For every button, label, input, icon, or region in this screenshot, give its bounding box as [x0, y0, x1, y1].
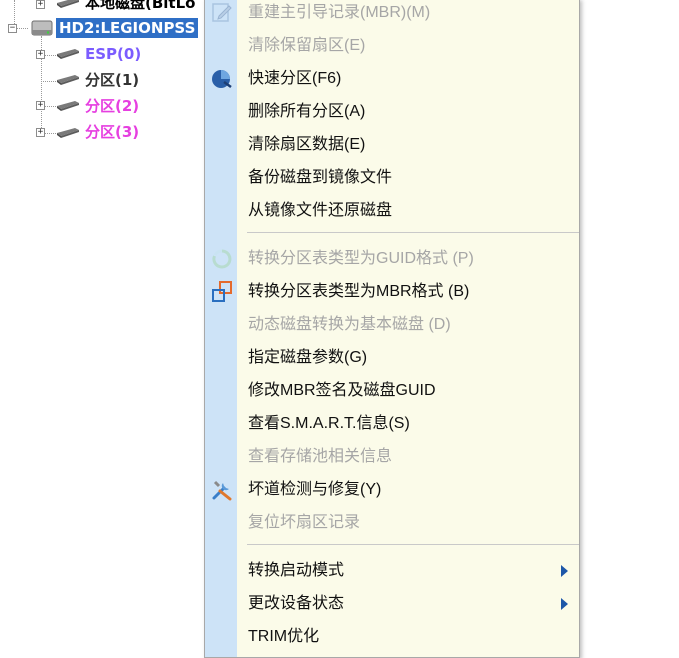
edit-icon: [212, 3, 232, 22]
tree-item-hd2[interactable]: HD2:LEGIONPSS: [56, 18, 199, 38]
menu-item-rebuild-mbr[interactable]: 重建主引导记录(MBR)(M): [205, 0, 579, 29]
disk-tree: + 本地磁盘(BitLo − HD2:LEGIONPSS + ESP(0) 分区…: [0, 0, 210, 650]
menu-item-convert-to-mbr[interactable]: 转换分区表类型为MBR格式 (B): [205, 275, 579, 308]
partition-icon: [57, 75, 79, 85]
menu-item-trim[interactable]: TRIM优化: [205, 620, 579, 653]
tree-connector: [41, 81, 56, 82]
menu-separator: [247, 544, 579, 545]
menu-item-label: 转换启动模式: [248, 562, 345, 579]
menu-item-backup-disk-image[interactable]: 备份磁盘到镜像文件: [205, 161, 579, 194]
menu-item-label: 坏道检测与修复(Y): [248, 481, 382, 498]
convert-guid-icon: [212, 249, 232, 269]
menu-item-label: 查看存储池相关信息: [248, 448, 393, 465]
menu-item-label: TRIM优化: [248, 628, 320, 645]
menu-item-bad-sector-check[interactable]: 坏道检测与修复(Y): [205, 473, 579, 506]
expand-toggle[interactable]: +: [36, 0, 45, 9]
menu-item-delete-all-partitions[interactable]: 删除所有分区(A): [205, 95, 579, 128]
menu-item-clear-reserved-sectors[interactable]: 清除保留扇区(E): [205, 29, 579, 62]
partition-icon: [57, 0, 79, 8]
menu-item-label: 清除保留扇区(E): [248, 37, 366, 54]
quick-partition-icon: [212, 70, 232, 89]
menu-item-label: 转换分区表类型为MBR格式 (B): [248, 283, 470, 300]
context-menu: 重建主引导记录(MBR)(M) 清除保留扇区(E) 快速分区(F6) 删除所有分…: [204, 0, 580, 658]
menu-item-label: 删除所有分区(A): [248, 103, 366, 120]
menu-item-boot-mode[interactable]: 转换启动模式: [205, 554, 579, 587]
tree-item-local-disk[interactable]: 本地磁盘(BitLo: [85, 0, 195, 13]
menu-item-label: 备份磁盘到镜像文件: [248, 169, 393, 186]
menu-item-label: 查看S.M.A.R.T.信息(S): [248, 415, 410, 432]
menu-item-convert-to-guid[interactable]: 转换分区表类型为GUID格式 (P): [205, 242, 579, 275]
menu-item-dynamic-to-basic[interactable]: 动态磁盘转换为基本磁盘 (D): [205, 308, 579, 341]
menu-item-label: 重建主引导记录(MBR)(M): [248, 4, 431, 21]
menu-item-quick-partition[interactable]: 快速分区(F6): [205, 62, 579, 95]
tree-item-partition-3[interactable]: 分区(3): [85, 122, 139, 142]
menu-item-label: 复位坏扇区记录: [248, 514, 361, 531]
submenu-arrow-icon: [561, 565, 568, 577]
menu-item-storage-pool-info[interactable]: 查看存储池相关信息: [205, 440, 579, 473]
tree-connector: [14, 0, 15, 24]
tools-icon: [212, 480, 232, 501]
menu-item-label: 从镜像文件还原磁盘: [248, 202, 393, 219]
menu-item-label: 指定磁盘参数(G): [248, 349, 368, 366]
menu-item-label: 清除扇区数据(E): [248, 136, 366, 153]
menu-item-disk-parameters[interactable]: 指定磁盘参数(G): [205, 341, 579, 374]
menu-item-restore-disk-image[interactable]: 从镜像文件还原磁盘: [205, 194, 579, 227]
menu-item-label: 更改设备状态: [248, 595, 345, 612]
menu-item-device-state[interactable]: 更改设备状态: [205, 587, 579, 620]
menu-item-label: 转换分区表类型为GUID格式 (P): [248, 250, 474, 267]
tree-item-partition-1[interactable]: 分区(1): [85, 70, 139, 90]
menu-item-modify-mbr-signature[interactable]: 修改MBR签名及磁盘GUID: [205, 374, 579, 407]
menu-item-label: 快速分区(F6): [248, 70, 342, 87]
partition-icon: [57, 49, 79, 59]
menu-item-smart-info[interactable]: 查看S.M.A.R.T.信息(S): [205, 407, 579, 440]
expand-toggle[interactable]: +: [36, 50, 45, 59]
convert-mbr-icon: [212, 281, 232, 302]
expand-toggle[interactable]: +: [36, 128, 45, 137]
menu-item-clear-sector-data[interactable]: 清除扇区数据(E): [205, 128, 579, 161]
partition-icon: [57, 101, 79, 111]
submenu-arrow-icon: [561, 598, 568, 610]
menu-separator: [247, 232, 579, 233]
menu-item-reset-bad-sectors[interactable]: 复位坏扇区记录: [205, 506, 579, 539]
expand-toggle[interactable]: +: [36, 101, 45, 110]
background-area: [580, 0, 679, 650]
menu-item-label: 动态磁盘转换为基本磁盘 (D): [248, 316, 451, 333]
partition-icon: [57, 128, 79, 138]
tree-item-esp[interactable]: ESP(0): [85, 44, 141, 64]
collapse-toggle[interactable]: −: [8, 24, 17, 33]
tree-item-partition-2[interactable]: 分区(2): [85, 96, 139, 116]
menu-item-label: 修改MBR签名及磁盘GUID: [248, 382, 436, 399]
hard-disk-icon: [31, 20, 53, 36]
